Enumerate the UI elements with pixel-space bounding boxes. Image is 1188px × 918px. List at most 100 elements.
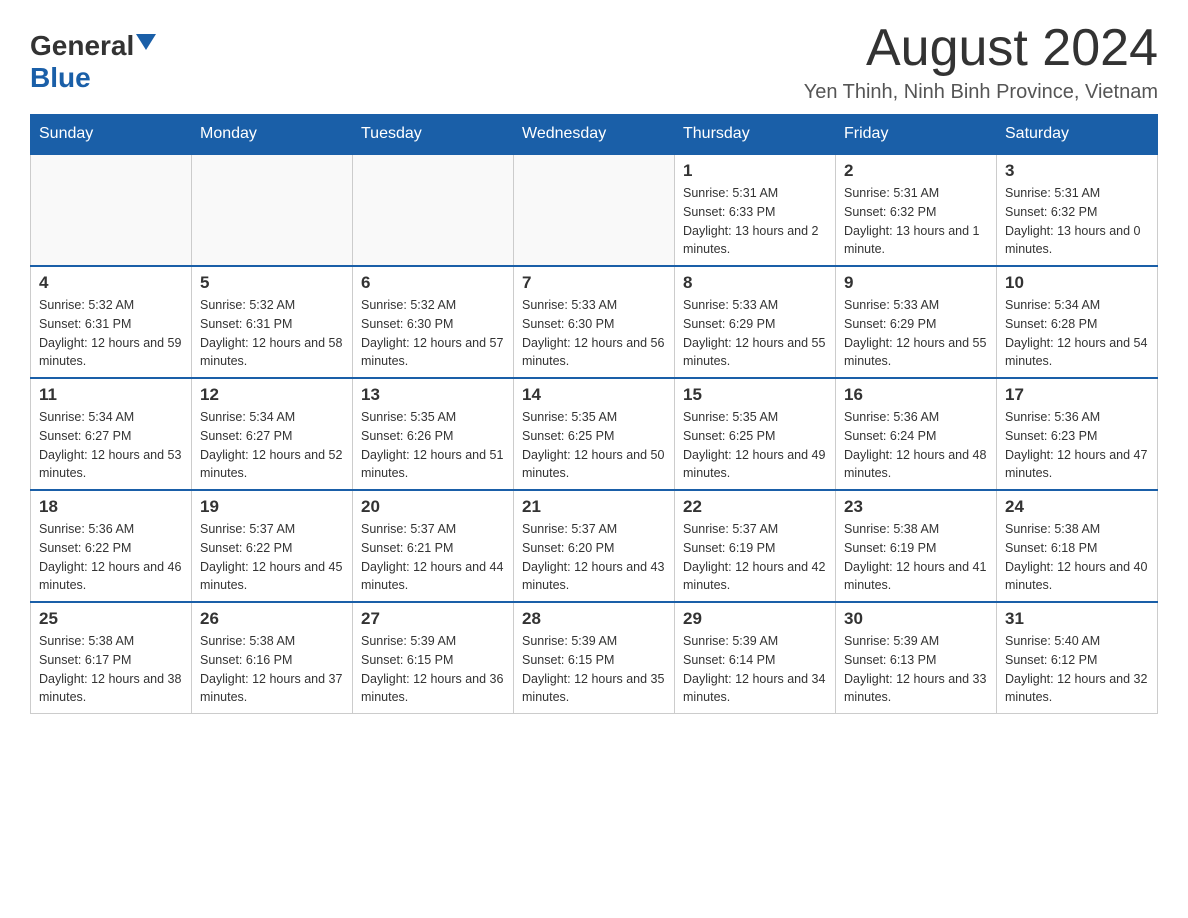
- day-number: 16: [844, 385, 988, 405]
- day-number: 5: [200, 273, 344, 293]
- day-number: 6: [361, 273, 505, 293]
- logo-triangle-icon: [136, 34, 156, 50]
- calendar-cell: [353, 154, 514, 266]
- day-info: Sunrise: 5:39 AM Sunset: 6:13 PM Dayligh…: [844, 632, 988, 707]
- day-number: 19: [200, 497, 344, 517]
- calendar-cell: 27 Sunrise: 5:39 AM Sunset: 6:15 PM Dayli…: [353, 602, 514, 714]
- day-number: 30: [844, 609, 988, 629]
- calendar-week-row-2: 4 Sunrise: 5:32 AM Sunset: 6:31 PM Daylig…: [31, 266, 1158, 378]
- calendar-header-tuesday: Tuesday: [353, 115, 514, 155]
- day-info: Sunrise: 5:32 AM Sunset: 6:31 PM Dayligh…: [39, 296, 183, 371]
- day-info: Sunrise: 5:31 AM Sunset: 6:32 PM Dayligh…: [844, 184, 988, 259]
- calendar-cell: 9 Sunrise: 5:33 AM Sunset: 6:29 PM Daylig…: [836, 266, 997, 378]
- calendar-cell: 30 Sunrise: 5:39 AM Sunset: 6:13 PM Dayli…: [836, 602, 997, 714]
- calendar-cell: [192, 154, 353, 266]
- page-header: General Blue August 2024 Yen Thinh, Ninh…: [30, 20, 1158, 104]
- title-area: August 2024 Yen Thinh, Ninh Binh Provinc…: [804, 20, 1158, 104]
- calendar-cell: 21 Sunrise: 5:37 AM Sunset: 6:20 PM Dayli…: [514, 490, 675, 602]
- day-number: 26: [200, 609, 344, 629]
- logo-blue-text: Blue: [30, 62, 91, 94]
- day-number: 15: [683, 385, 827, 405]
- calendar-cell: 12 Sunrise: 5:34 AM Sunset: 6:27 PM Dayli…: [192, 378, 353, 490]
- day-number: 24: [1005, 497, 1149, 517]
- day-number: 23: [844, 497, 988, 517]
- calendar-table: SundayMondayTuesdayWednesdayThursdayFrid…: [30, 114, 1158, 714]
- day-info: Sunrise: 5:33 AM Sunset: 6:29 PM Dayligh…: [683, 296, 827, 371]
- calendar-cell: 15Sunrise: 5:35 AM Sunset: 6:25 PM Dayli…: [675, 378, 836, 490]
- day-info: Sunrise: 5:34 AM Sunset: 6:28 PM Dayligh…: [1005, 296, 1149, 371]
- day-number: 29: [683, 609, 827, 629]
- day-info: Sunrise: 5:32 AM Sunset: 6:31 PM Dayligh…: [200, 296, 344, 371]
- day-number: 13: [361, 385, 505, 405]
- day-number: 4: [39, 273, 183, 293]
- day-info: Sunrise: 5:33 AM Sunset: 6:30 PM Dayligh…: [522, 296, 666, 371]
- calendar-cell: [514, 154, 675, 266]
- calendar-week-row-5: 25Sunrise: 5:38 AM Sunset: 6:17 PM Dayli…: [31, 602, 1158, 714]
- day-info: Sunrise: 5:39 AM Sunset: 6:14 PM Dayligh…: [683, 632, 827, 707]
- day-number: 9: [844, 273, 988, 293]
- day-number: 10: [1005, 273, 1149, 293]
- day-info: Sunrise: 5:37 AM Sunset: 6:22 PM Dayligh…: [200, 520, 344, 595]
- day-info: Sunrise: 5:38 AM Sunset: 6:18 PM Dayligh…: [1005, 520, 1149, 595]
- day-number: 27: [361, 609, 505, 629]
- day-info: Sunrise: 5:39 AM Sunset: 6:15 PM Dayligh…: [361, 632, 505, 707]
- calendar-cell: 31 Sunrise: 5:40 AM Sunset: 6:12 PM Dayli…: [997, 602, 1158, 714]
- day-info: Sunrise: 5:36 AM Sunset: 6:22 PM Dayligh…: [39, 520, 183, 595]
- day-number: 31: [1005, 609, 1149, 629]
- day-info: Sunrise: 5:36 AM Sunset: 6:24 PM Dayligh…: [844, 408, 988, 483]
- day-info: Sunrise: 5:35 AM Sunset: 6:26 PM Dayligh…: [361, 408, 505, 483]
- calendar-cell: 29 Sunrise: 5:39 AM Sunset: 6:14 PM Dayli…: [675, 602, 836, 714]
- calendar-cell: 4 Sunrise: 5:32 AM Sunset: 6:31 PM Daylig…: [31, 266, 192, 378]
- calendar-header-thursday: Thursday: [675, 115, 836, 155]
- day-number: 8: [683, 273, 827, 293]
- calendar-cell: [31, 154, 192, 266]
- calendar-header-row: SundayMondayTuesdayWednesdayThursdayFrid…: [31, 115, 1158, 155]
- calendar-cell: 11Sunrise: 5:34 AM Sunset: 6:27 PM Dayli…: [31, 378, 192, 490]
- calendar-cell: 23 Sunrise: 5:38 AM Sunset: 6:19 PM Dayli…: [836, 490, 997, 602]
- day-number: 3: [1005, 161, 1149, 181]
- day-info: Sunrise: 5:37 AM Sunset: 6:21 PM Dayligh…: [361, 520, 505, 595]
- calendar-cell: 1Sunrise: 5:31 AM Sunset: 6:33 PM Daylig…: [675, 154, 836, 266]
- logo-general-text: General: [30, 30, 134, 62]
- calendar-cell: 3 Sunrise: 5:31 AM Sunset: 6:32 PM Daylig…: [997, 154, 1158, 266]
- day-info: Sunrise: 5:32 AM Sunset: 6:30 PM Dayligh…: [361, 296, 505, 371]
- calendar-week-row-1: 1Sunrise: 5:31 AM Sunset: 6:33 PM Daylig…: [31, 154, 1158, 266]
- day-number: 1: [683, 161, 827, 181]
- calendar-week-row-4: 18 Sunrise: 5:36 AM Sunset: 6:22 PM Dayli…: [31, 490, 1158, 602]
- calendar-cell: 25Sunrise: 5:38 AM Sunset: 6:17 PM Dayli…: [31, 602, 192, 714]
- calendar-cell: 22 Sunrise: 5:37 AM Sunset: 6:19 PM Dayli…: [675, 490, 836, 602]
- calendar-header-wednesday: Wednesday: [514, 115, 675, 155]
- day-number: 20: [361, 497, 505, 517]
- calendar-cell: 18 Sunrise: 5:36 AM Sunset: 6:22 PM Dayli…: [31, 490, 192, 602]
- day-info: Sunrise: 5:38 AM Sunset: 6:16 PM Dayligh…: [200, 632, 344, 707]
- day-info: Sunrise: 5:33 AM Sunset: 6:29 PM Dayligh…: [844, 296, 988, 371]
- calendar-cell: 19 Sunrise: 5:37 AM Sunset: 6:22 PM Dayli…: [192, 490, 353, 602]
- calendar-cell: 26 Sunrise: 5:38 AM Sunset: 6:16 PM Dayli…: [192, 602, 353, 714]
- day-number: 14: [522, 385, 666, 405]
- calendar-cell: 5 Sunrise: 5:32 AM Sunset: 6:31 PM Daylig…: [192, 266, 353, 378]
- day-info: Sunrise: 5:31 AM Sunset: 6:32 PM Dayligh…: [1005, 184, 1149, 259]
- calendar-cell: 16 Sunrise: 5:36 AM Sunset: 6:24 PM Dayli…: [836, 378, 997, 490]
- day-number: 7: [522, 273, 666, 293]
- day-info: Sunrise: 5:37 AM Sunset: 6:20 PM Dayligh…: [522, 520, 666, 595]
- day-number: 18: [39, 497, 183, 517]
- day-info: Sunrise: 5:37 AM Sunset: 6:19 PM Dayligh…: [683, 520, 827, 595]
- day-info: Sunrise: 5:34 AM Sunset: 6:27 PM Dayligh…: [200, 408, 344, 483]
- calendar-cell: 8 Sunrise: 5:33 AM Sunset: 6:29 PM Daylig…: [675, 266, 836, 378]
- day-info: Sunrise: 5:35 AM Sunset: 6:25 PM Dayligh…: [522, 408, 666, 483]
- calendar-cell: 13 Sunrise: 5:35 AM Sunset: 6:26 PM Dayli…: [353, 378, 514, 490]
- day-info: Sunrise: 5:38 AM Sunset: 6:19 PM Dayligh…: [844, 520, 988, 595]
- day-number: 25: [39, 609, 183, 629]
- day-number: 17: [1005, 385, 1149, 405]
- day-number: 22: [683, 497, 827, 517]
- day-info: Sunrise: 5:40 AM Sunset: 6:12 PM Dayligh…: [1005, 632, 1149, 707]
- month-year-title: August 2024: [804, 20, 1158, 77]
- logo: General Blue: [30, 20, 156, 94]
- calendar-header-monday: Monday: [192, 115, 353, 155]
- calendar-week-row-3: 11Sunrise: 5:34 AM Sunset: 6:27 PM Dayli…: [31, 378, 1158, 490]
- calendar-cell: 20 Sunrise: 5:37 AM Sunset: 6:21 PM Dayli…: [353, 490, 514, 602]
- day-number: 12: [200, 385, 344, 405]
- day-info: Sunrise: 5:39 AM Sunset: 6:15 PM Dayligh…: [522, 632, 666, 707]
- day-number: 21: [522, 497, 666, 517]
- calendar-header-friday: Friday: [836, 115, 997, 155]
